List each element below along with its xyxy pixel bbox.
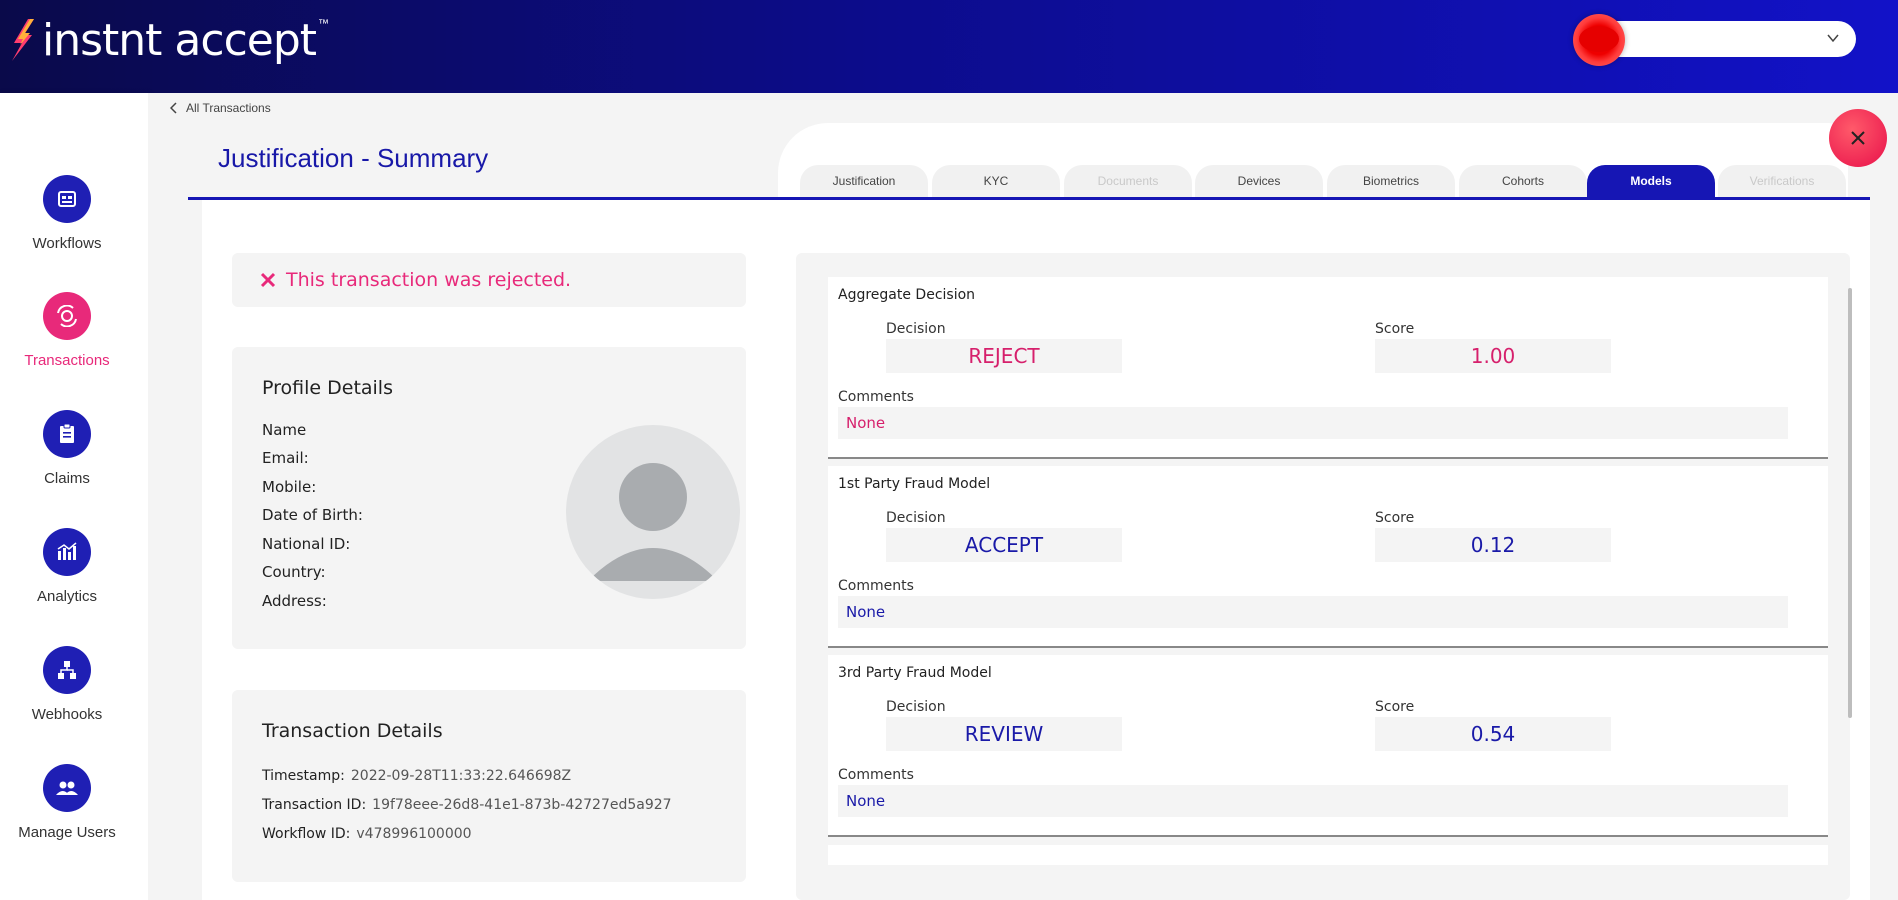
model-divider (828, 835, 1828, 837)
claims-icon (43, 410, 91, 458)
sidebar-item-analytics[interactable]: Analytics (0, 528, 134, 605)
analytics-icon (43, 528, 91, 576)
tab-biometrics[interactable]: Biometrics (1327, 165, 1455, 197)
profile-details-title: Profile Details (262, 377, 393, 399)
sidebar-item-label: Manage Users (18, 824, 116, 841)
sidebar-item-transactions[interactable]: Transactions (0, 292, 134, 369)
comments-value: None (838, 407, 1788, 439)
model-title: 3rd Party Fraud Model (838, 665, 992, 681)
score-value: 1.00 (1375, 339, 1611, 373)
model-divider (828, 646, 1828, 648)
sidebar-item-label: Workflows (32, 235, 102, 252)
decision-value: ACCEPT (886, 528, 1122, 562)
models-panel: Aggregate Decision Decision REJECT Score… (796, 253, 1850, 900)
workflows-icon (43, 175, 91, 223)
close-icon (1851, 131, 1865, 145)
chevron-left-icon (170, 102, 177, 114)
transaction-row-id: Transaction ID: 19f78eee-26d8-41e1-873b-4… (262, 797, 672, 813)
page-title: Justification - Summary (218, 143, 489, 173)
bolt-icon (12, 19, 34, 61)
model-divider (828, 457, 1828, 459)
sidebar-item-claims[interactable]: Claims (0, 410, 134, 487)
comments-label: Comments (838, 767, 914, 783)
tab-models[interactable]: Models (1587, 165, 1715, 197)
comments-value: None (838, 596, 1788, 628)
sidebar-item-label: Analytics (36, 588, 98, 605)
model-next-partial (828, 845, 1828, 865)
tab-devices[interactable]: Devices (1195, 165, 1323, 197)
profile-field-name: Name (262, 421, 307, 439)
profile-field-national-id: National ID: (262, 535, 351, 553)
transaction-details-title: Transaction Details (262, 720, 443, 742)
close-button[interactable] (1829, 109, 1887, 167)
comments-value: None (838, 785, 1788, 817)
transactions-icon (43, 292, 91, 340)
webhooks-icon (43, 646, 91, 694)
decision-label: Decision (886, 321, 946, 337)
user-avatar[interactable] (1573, 14, 1625, 66)
sidebar-item-label: Claims (44, 470, 90, 487)
comments-label: Comments (838, 578, 914, 594)
decision-label: Decision (886, 699, 946, 715)
score-label: Score (1375, 510, 1415, 526)
manage-users-icon (43, 764, 91, 812)
sidebar-item-manage-users[interactable]: Manage Users (0, 764, 134, 841)
comments-label: Comments (838, 389, 914, 405)
score-value: 0.54 (1375, 717, 1611, 751)
transaction-row-workflow-id: Workflow ID: v478996100000 (262, 826, 472, 842)
models-scrollbar[interactable] (1848, 288, 1852, 718)
sidebar-item-label: Transactions (24, 352, 110, 369)
model-title: 1st Party Fraud Model (838, 476, 991, 492)
user-account-dropdown[interactable] (1592, 21, 1856, 57)
main-content: All Transactions Justification - Summary… (148, 93, 1898, 900)
tab-kyc[interactable]: KYC (932, 165, 1060, 197)
model-aggregate-decision: Aggregate Decision Decision REJECT Score… (828, 277, 1828, 459)
profile-avatar-placeholder (566, 425, 740, 599)
sidebar-item-workflows[interactable]: Workflows (0, 175, 134, 252)
tab-documents: Documents (1064, 165, 1192, 197)
score-label: Score (1375, 321, 1415, 337)
decision-label: Decision (886, 510, 946, 526)
score-value: 0.12 (1375, 528, 1611, 562)
app-header: instnt accept ™ (0, 0, 1898, 93)
sidebar-nav: Workflows Transactions Claims Analytics … (0, 93, 148, 900)
transaction-row-timestamp: Timestamp: 2022-09-28T11:33:22.646698Z (262, 768, 572, 784)
profile-details-card: Profile Details Name Email: Mobile: Date… (232, 347, 746, 649)
profile-field-dob: Date of Birth: (262, 506, 363, 524)
sidebar-item-label: Webhooks (31, 706, 103, 723)
breadcrumb-all-transactions[interactable]: All Transactions (170, 101, 271, 115)
tab-verifications: Verifications (1718, 165, 1846, 197)
sidebar-item-webhooks[interactable]: Webhooks (0, 646, 134, 723)
transaction-details-card: Transaction Details Timestamp: 2022-09-28… (232, 690, 746, 882)
profile-field-address: Address: (262, 592, 327, 610)
model-title: Aggregate Decision (838, 287, 976, 303)
status-banner: This transaction was rejected. (232, 253, 746, 307)
model-1st-party-fraud: 1st Party Fraud Model Decision ACCEPT Sc… (828, 466, 1828, 648)
profile-field-mobile: Mobile: (262, 478, 317, 496)
profile-field-country: Country: (262, 563, 326, 581)
score-label: Score (1375, 699, 1415, 715)
status-banner-text: This transaction was rejected. (286, 269, 572, 291)
breadcrumb-label: All Transactions (186, 101, 271, 115)
logo-trademark: ™ (318, 18, 330, 30)
decision-value: REJECT (886, 339, 1122, 373)
profile-field-email: Email: (262, 449, 309, 467)
logo-text: instnt accept (42, 14, 317, 66)
decision-value: REVIEW (886, 717, 1122, 751)
model-3rd-party-fraud: 3rd Party Fraud Model Decision REVIEW Sc… (828, 655, 1828, 837)
x-mark-icon (260, 272, 276, 288)
app-logo[interactable]: instnt accept ™ (8, 12, 329, 68)
chevron-down-icon (1827, 34, 1839, 43)
tab-justification[interactable]: Justification (800, 165, 928, 197)
tab-cohorts[interactable]: Cohorts (1459, 165, 1587, 197)
